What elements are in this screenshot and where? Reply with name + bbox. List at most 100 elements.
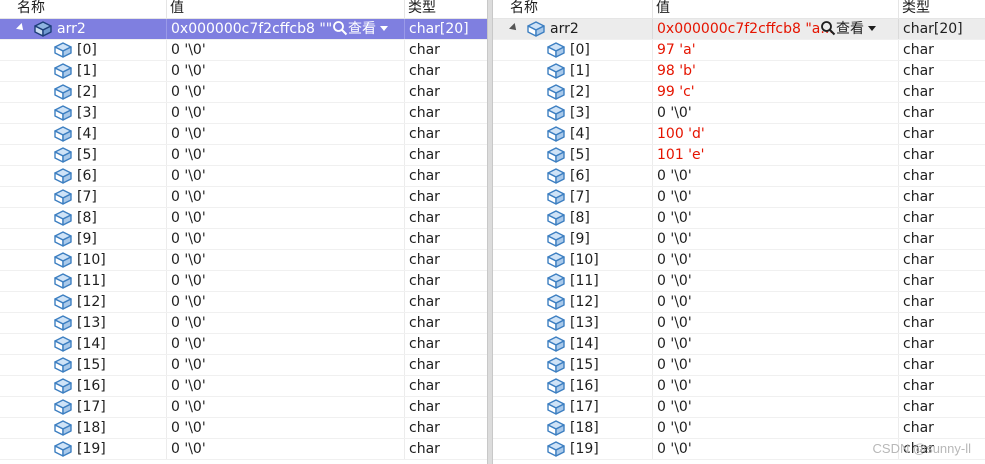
watch-row[interactable]: [13] 0 '\0' char	[0, 313, 487, 334]
header-name[interactable]: 名称	[14, 0, 165, 18]
value-cell[interactable]: 0 '\0'	[652, 376, 898, 396]
watch-row[interactable]: [8] 0 '\0' char	[493, 208, 985, 229]
watch-row[interactable]: [6] 0 '\0' char	[0, 166, 487, 187]
value-cell[interactable]: 0 '\0'	[166, 61, 404, 81]
value-cell[interactable]: 0 '\0'	[652, 334, 898, 354]
chevron-down-icon[interactable]	[380, 26, 388, 31]
watch-row[interactable]: [14] 0 '\0' char	[493, 334, 985, 355]
value-cell[interactable]: 0 '\0'	[166, 355, 404, 375]
variable-cube-icon	[53, 419, 73, 437]
watch-row[interactable]: [4] 100 'd' char	[493, 124, 985, 145]
type-cell: char	[404, 208, 487, 228]
header-value[interactable]: 值	[166, 0, 404, 18]
value-cell[interactable]: 0 '\0'	[166, 418, 404, 438]
value-cell[interactable]: 0 '\0'	[166, 208, 404, 228]
watch-row[interactable]: [12] 0 '\0' char	[493, 292, 985, 313]
value-cell[interactable]: 0 '\0'	[652, 208, 898, 228]
variable-cube-icon	[546, 335, 566, 353]
value-cell[interactable]: 0 '\0'	[166, 145, 404, 165]
watch-row[interactable]: [9] 0 '\0' char	[493, 229, 985, 250]
value-cell[interactable]: 0 '\0'	[652, 187, 898, 207]
watch-row[interactable]: [18] 0 '\0' char	[0, 418, 487, 439]
value-cell[interactable]: 0 '\0'	[166, 187, 404, 207]
value-cell[interactable]: 0 '\0'	[166, 40, 404, 60]
watch-row[interactable]: [3] 0 '\0' char	[493, 103, 985, 124]
value-cell[interactable]: 0 '\0'	[166, 271, 404, 291]
value-cell[interactable]: 0 '\0'	[652, 418, 898, 438]
value-cell[interactable]: 0 '\0'	[652, 292, 898, 312]
header-value[interactable]: 值	[652, 0, 890, 18]
watch-row[interactable]: [2] 0 '\0' char	[0, 82, 487, 103]
value-cell[interactable]: 0 '\0'	[166, 229, 404, 249]
view-button[interactable]: 查看	[332, 19, 388, 39]
watch-row[interactable]: [19] 0 '\0' char	[0, 439, 487, 460]
value-cell[interactable]: 0 '\0'	[652, 313, 898, 333]
header-name[interactable]: 名称	[507, 0, 651, 18]
watch-row[interactable]: [6] 0 '\0' char	[493, 166, 985, 187]
watch-row[interactable]: [0] 0 '\0' char	[0, 40, 487, 61]
value-cell[interactable]: 0 '\0'	[652, 103, 898, 123]
value-cell[interactable]: 0 '\0'	[166, 376, 404, 396]
watch-row[interactable]: [14] 0 '\0' char	[0, 334, 487, 355]
watch-row[interactable]: [8] 0 '\0' char	[0, 208, 487, 229]
watch-row[interactable]: [12] 0 '\0' char	[0, 292, 487, 313]
value-cell[interactable]: 0 '\0'	[652, 355, 898, 375]
chevron-down-icon[interactable]	[868, 26, 876, 31]
view-button[interactable]: 查看	[820, 19, 876, 39]
expanded-triangle-icon[interactable]	[16, 23, 26, 33]
watch-row[interactable]: [4] 0 '\0' char	[0, 124, 487, 145]
type-cell: char	[404, 250, 487, 270]
type-cell: char	[404, 124, 487, 144]
header-type[interactable]: 类型	[898, 0, 985, 18]
value-cell[interactable]: 99 'c'	[652, 82, 898, 102]
value-cell[interactable]: 0 '\0'	[166, 439, 404, 459]
watch-row-root[interactable]: arr2 0x000000c7f2cffcb8 "a... 查看 char[20]	[493, 19, 985, 40]
watch-row[interactable]: [15] 0 '\0' char	[0, 355, 487, 376]
value-cell[interactable]: 0 '\0'	[652, 250, 898, 270]
value-cell[interactable]: 0 '\0'	[166, 313, 404, 333]
watch-row[interactable]: [13] 0 '\0' char	[493, 313, 985, 334]
watch-row[interactable]: [1] 98 'b' char	[493, 61, 985, 82]
value-cell[interactable]: 97 'a'	[652, 40, 898, 60]
value-cell[interactable]: 0 '\0'	[166, 250, 404, 270]
watch-row[interactable]: [10] 0 '\0' char	[493, 250, 985, 271]
watch-row[interactable]: [5] 0 '\0' char	[0, 145, 487, 166]
watch-row[interactable]: [11] 0 '\0' char	[0, 271, 487, 292]
value-cell[interactable]: 0 '\0'	[166, 103, 404, 123]
value-cell[interactable]: 0 '\0'	[652, 397, 898, 417]
value-cell[interactable]: 0 '\0'	[166, 124, 404, 144]
watch-row[interactable]: [11] 0 '\0' char	[493, 271, 985, 292]
watch-row[interactable]: [15] 0 '\0' char	[493, 355, 985, 376]
element-index: [3]	[570, 105, 590, 121]
value-cell[interactable]: 0 '\0'	[166, 166, 404, 186]
watch-row[interactable]: [16] 0 '\0' char	[493, 376, 985, 397]
value-cell[interactable]: 98 'b'	[652, 61, 898, 81]
value-cell[interactable]: 0 '\0'	[652, 229, 898, 249]
value-cell[interactable]: 0 '\0'	[652, 166, 898, 186]
value-cell[interactable]: 0 '\0'	[166, 334, 404, 354]
watch-row[interactable]: [9] 0 '\0' char	[0, 229, 487, 250]
value-cell[interactable]: 101 'e'	[652, 145, 898, 165]
value-cell[interactable]: 0 '\0'	[166, 397, 404, 417]
watch-row[interactable]: [7] 0 '\0' char	[0, 187, 487, 208]
watch-row[interactable]: [17] 0 '\0' char	[0, 397, 487, 418]
value-cell[interactable]: 100 'd'	[652, 124, 898, 144]
value-cell[interactable]: 0 '\0'	[166, 292, 404, 312]
value-cell[interactable]: 0 '\0'	[652, 439, 898, 459]
watch-row[interactable]: [5] 101 'e' char	[493, 145, 985, 166]
expanded-triangle-icon[interactable]	[509, 23, 519, 33]
watch-row[interactable]: [3] 0 '\0' char	[0, 103, 487, 124]
variable-cube-icon	[53, 209, 73, 227]
watch-row[interactable]: [18] 0 '\0' char	[493, 418, 985, 439]
header-type[interactable]: 类型	[404, 0, 487, 18]
watch-row[interactable]: [16] 0 '\0' char	[0, 376, 487, 397]
watch-row[interactable]: [0] 97 'a' char	[493, 40, 985, 61]
watch-row[interactable]: [7] 0 '\0' char	[493, 187, 985, 208]
watch-row[interactable]: [17] 0 '\0' char	[493, 397, 985, 418]
watch-row[interactable]: [1] 0 '\0' char	[0, 61, 487, 82]
value-cell[interactable]: 0 '\0'	[166, 82, 404, 102]
watch-row[interactable]: [2] 99 'c' char	[493, 82, 985, 103]
watch-row-root[interactable]: arr2 0x000000c7f2cffcb8 "" 查看 char[20]	[0, 19, 487, 40]
watch-row[interactable]: [10] 0 '\0' char	[0, 250, 487, 271]
value-cell[interactable]: 0 '\0'	[652, 271, 898, 291]
